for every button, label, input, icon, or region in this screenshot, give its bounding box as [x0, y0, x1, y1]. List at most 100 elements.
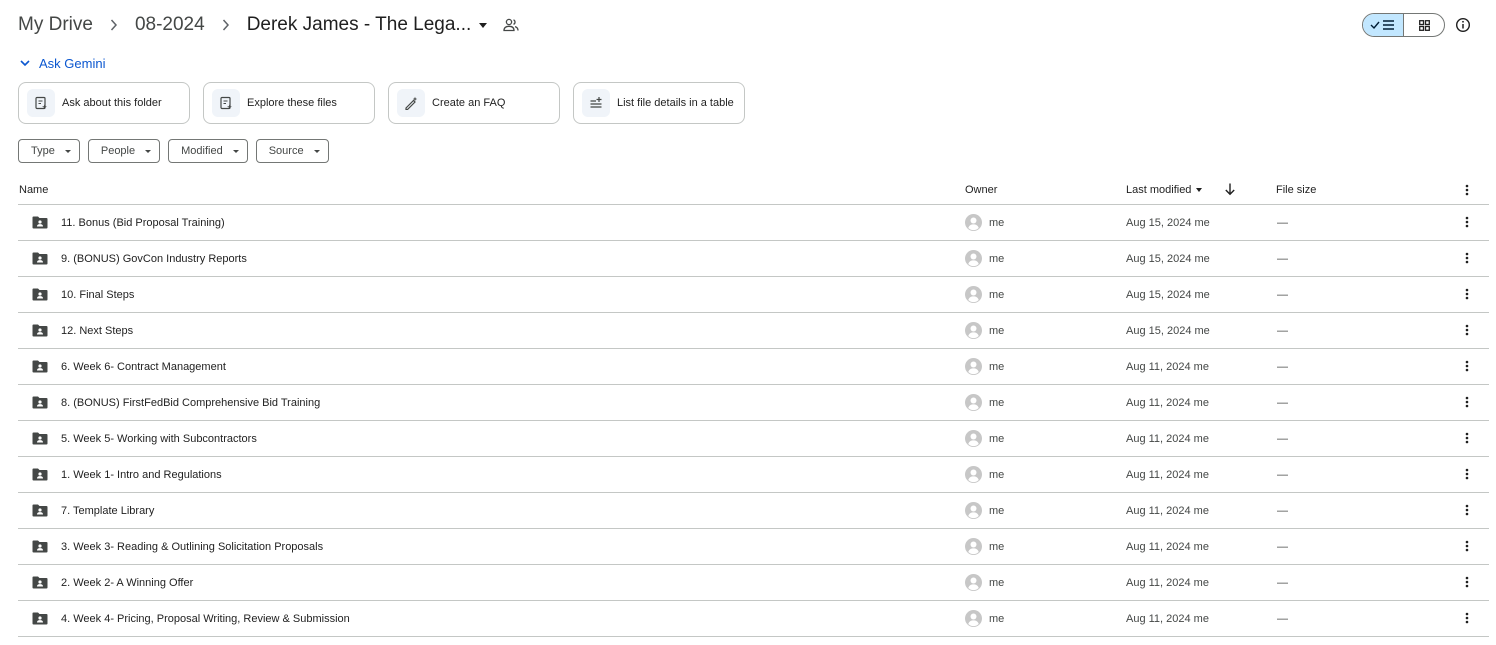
dropdown-arrow-icon	[313, 149, 320, 153]
table-row[interactable]: 9. (BONUS) GovCon Industry Reports me Au…	[18, 241, 1489, 277]
table-row[interactable]: 11. Bonus (Bid Proposal Training) me Aug…	[18, 205, 1489, 241]
shared-folder-icon	[32, 576, 48, 592]
last-modified: Aug 11, 2024 me	[1126, 577, 1209, 589]
last-modified: Aug 11, 2024 me	[1126, 361, 1209, 373]
more-vert-icon[interactable]	[1465, 432, 1469, 447]
table-row[interactable]: 7. Template Library me Aug 11, 2024 me —	[18, 493, 1489, 529]
breadcrumb-my-drive[interactable]: My Drive	[18, 14, 93, 36]
avatar	[965, 430, 982, 450]
file-list: 11. Bonus (Bid Proposal Training) me Aug…	[18, 205, 1489, 637]
dropdown-arrow-icon	[145, 149, 152, 153]
file-name: 12. Next Steps	[61, 325, 134, 337]
owner: me	[989, 577, 1005, 589]
modified-filter-button[interactable]: Modified	[168, 139, 248, 163]
table-row[interactable]: 8. (BONUS) FirstFedBid Comprehensive Bid…	[18, 385, 1489, 421]
table-row[interactable]: 10. Final Steps me Aug 15, 2024 me —	[18, 277, 1489, 313]
avatar	[965, 610, 982, 630]
grid-view-button[interactable]	[1404, 14, 1444, 36]
ask-gemini-toggle[interactable]: Ask Gemini	[20, 56, 105, 71]
file-size: —	[1277, 397, 1288, 409]
last-modified: Aug 11, 2024 me	[1126, 433, 1209, 445]
grid-icon	[1418, 19, 1430, 31]
file-size: —	[1277, 253, 1288, 265]
last-modified: Aug 11, 2024 me	[1126, 469, 1209, 481]
column-header-owner[interactable]: Owner	[965, 184, 997, 196]
more-vert-icon[interactable]	[1465, 612, 1469, 627]
file-size: —	[1277, 613, 1288, 625]
file-size: —	[1277, 577, 1288, 589]
table-row[interactable]: 6. Week 6- Contract Management me Aug 11…	[18, 349, 1489, 385]
file-name: 2. Week 2- A Winning Offer	[61, 577, 194, 589]
file-name: 11. Bonus (Bid Proposal Training)	[61, 217, 225, 229]
more-vert-icon[interactable]	[1465, 216, 1469, 231]
file-size: —	[1277, 505, 1288, 517]
more-vert-icon[interactable]	[1465, 184, 1469, 199]
more-vert-icon[interactable]	[1465, 540, 1469, 555]
shared-folder-icon	[32, 540, 48, 556]
column-header-file-size[interactable]: File size	[1276, 184, 1316, 196]
owner: me	[989, 217, 1005, 229]
create-faq-chip[interactable]: Create an FAQ	[388, 82, 560, 124]
last-modified: Aug 11, 2024 me	[1126, 613, 1209, 625]
more-vert-icon[interactable]	[1465, 396, 1469, 411]
shared-people-icon[interactable]	[503, 18, 519, 32]
type-filter-button[interactable]: Type	[18, 139, 80, 163]
last-modified: Aug 15, 2024 me	[1126, 253, 1210, 265]
folder-menu-dropdown-icon[interactable]	[479, 22, 488, 28]
more-vert-icon[interactable]	[1465, 252, 1469, 267]
shared-folder-icon	[32, 360, 48, 376]
breadcrumb-parent-folder[interactable]: 08-2024	[135, 14, 205, 36]
table-row[interactable]: 3. Week 3- Reading & Outlining Solicitat…	[18, 529, 1489, 565]
owner: me	[989, 325, 1005, 337]
source-filter-button[interactable]: Source	[255, 139, 329, 163]
ask-gemini-label: Ask Gemini	[39, 56, 106, 71]
table-row[interactable]: 1. Week 1- Intro and Regulations me Aug …	[18, 457, 1489, 493]
last-modified: Aug 15, 2024 me	[1126, 325, 1210, 337]
table-row[interactable]: 4. Week 4- Pricing, Proposal Writing, Re…	[18, 601, 1489, 637]
sort-direction-arrow-icon[interactable]	[1224, 182, 1236, 199]
file-name: 7. Template Library	[61, 505, 155, 517]
table-row[interactable]: 2. Week 2- A Winning Offer me Aug 11, 20…	[18, 565, 1489, 601]
shared-folder-icon	[32, 288, 48, 304]
owner: me	[989, 505, 1005, 517]
ask-about-folder-chip[interactable]: Ask about this folder	[18, 82, 190, 124]
shared-folder-icon	[32, 396, 48, 412]
owner: me	[989, 289, 1005, 301]
owner: me	[989, 541, 1005, 553]
table-row[interactable]: 12. Next Steps me Aug 15, 2024 me —	[18, 313, 1489, 349]
people-filter-button[interactable]: People	[87, 139, 161, 163]
shared-folder-icon	[32, 216, 48, 232]
explore-files-chip[interactable]: Explore these files	[203, 82, 375, 124]
chevron-down-icon	[20, 60, 30, 67]
last-modified: Aug 15, 2024 me	[1126, 289, 1210, 301]
file-size: —	[1277, 289, 1288, 301]
more-vert-icon[interactable]	[1465, 468, 1469, 483]
list-file-details-chip[interactable]: List file details in a table	[573, 82, 745, 124]
owner: me	[989, 253, 1005, 265]
chip-label: Explore these files	[247, 97, 337, 109]
more-vert-icon[interactable]	[1465, 576, 1469, 591]
list-view-button[interactable]	[1363, 14, 1404, 36]
filter-label: Type	[31, 145, 55, 157]
more-vert-icon[interactable]	[1465, 324, 1469, 339]
breadcrumb: My Drive 08-2024 Derek James - The Lega.…	[18, 10, 519, 40]
more-vert-icon[interactable]	[1465, 288, 1469, 303]
chip-label: Ask about this folder	[62, 97, 162, 109]
column-header-label: Last modified	[1126, 184, 1192, 196]
table-row[interactable]: 5. Week 5- Working with Subcontractors m…	[18, 421, 1489, 457]
column-header-name[interactable]: Name	[19, 184, 48, 196]
filter-label: Modified	[181, 145, 223, 157]
breadcrumb-current-folder[interactable]: Derek James - The Lega...	[247, 14, 472, 36]
avatar	[965, 574, 982, 594]
column-header-last-modified[interactable]: Last modified	[1126, 184, 1203, 196]
more-vert-icon[interactable]	[1465, 360, 1469, 375]
last-modified: Aug 15, 2024 me	[1126, 217, 1210, 229]
file-name: 5. Week 5- Working with Subcontractors	[61, 433, 257, 445]
file-size: —	[1277, 217, 1288, 229]
avatar	[965, 502, 982, 522]
file-name: 8. (BONUS) FirstFedBid Comprehensive Bid…	[61, 397, 321, 409]
info-icon[interactable]	[1454, 16, 1472, 34]
more-vert-icon[interactable]	[1465, 504, 1469, 519]
file-name: 3. Week 3- Reading & Outlining Solicitat…	[61, 541, 324, 553]
file-size: —	[1277, 361, 1288, 373]
